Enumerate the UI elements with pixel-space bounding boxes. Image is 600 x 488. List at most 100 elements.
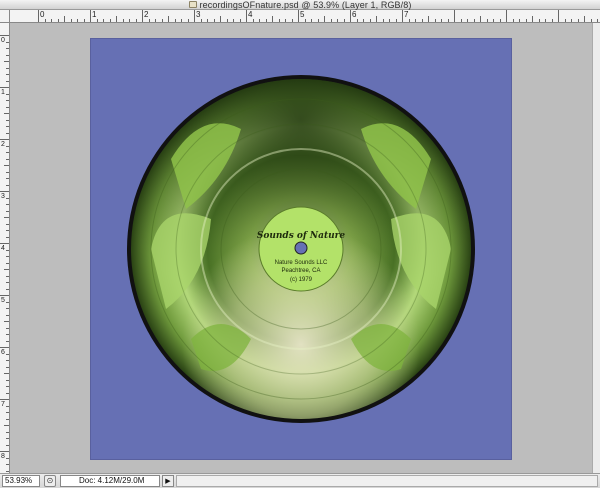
ruler-h-tick: [421, 19, 423, 22]
image-canvas[interactable]: Sounds of Nature Nature Sounds LLC Peach…: [90, 38, 512, 460]
ruler-v-tick: [6, 210, 9, 212]
label-line-location: Peachtree, CA: [281, 268, 320, 274]
ruler-v-tick: [6, 405, 9, 407]
ruler-h-tick: [278, 19, 280, 22]
ruler-h-tick: [512, 19, 514, 22]
ruler-h-tick: [116, 16, 117, 22]
ruler-h-tick: [376, 16, 377, 22]
ruler-v-label-6: 6: [1, 349, 5, 356]
horizontal-scrollbar[interactable]: [176, 475, 598, 487]
ruler-v-tick: [6, 327, 9, 329]
ruler-h-label-3: 3: [196, 10, 201, 19]
ruler-h-tick: [480, 16, 481, 22]
ruler-h-tick: [70, 19, 72, 22]
ruler-h-tick: [109, 19, 111, 22]
ruler-v-tick: [6, 431, 9, 433]
ruler-v-tick: [6, 464, 9, 465]
ruler-v-tick: [6, 67, 9, 69]
ruler-v-tick: [6, 386, 9, 387]
info-icon: ⊙: [46, 476, 54, 485]
ruler-h-tick: [545, 19, 546, 22]
status-menu-button[interactable]: ▶: [162, 475, 174, 487]
ruler-v-label-0: 0: [1, 37, 5, 44]
ruler-v-tick: [0, 347, 9, 348]
ruler-v-tick: [6, 158, 9, 160]
ruler-h-tick: [161, 19, 163, 22]
ruler-h-tick: [564, 19, 566, 22]
ruler-v-tick: [0, 191, 9, 192]
document-workspace[interactable]: Sounds of Nature Nature Sounds LLC Peach…: [10, 23, 600, 473]
ruler-h-tick: [389, 19, 390, 22]
ruler-h-tick: [337, 19, 338, 22]
ruler-h-tick: [200, 19, 202, 22]
ruler-v-tick: [4, 321, 9, 322]
ruler-h-tick: [155, 19, 156, 22]
ruler-h-tick: [350, 10, 351, 22]
ruler-h-tick: [317, 19, 319, 22]
ruler-v-tick: [6, 41, 9, 43]
ruler-h-tick: [447, 19, 449, 22]
ruler-v-tick: [6, 119, 9, 121]
ruler-h-tick: [83, 19, 85, 22]
ruler-h-tick: [57, 19, 59, 22]
ruler-h-tick: [51, 19, 52, 22]
ruler-vertical[interactable]: 0 1 2 3 4 5 6 7 8: [0, 23, 10, 473]
ruler-v-tick: [6, 275, 9, 277]
ruler-v-tick: [6, 152, 9, 153]
vinyl-record-artwork: Sounds of Nature Nature Sounds LLC Peach…: [127, 75, 475, 423]
ruler-v-tick: [6, 334, 9, 335]
ruler-v-tick: [6, 366, 9, 368]
ruler-v-tick: [6, 54, 9, 56]
ruler-v-tick: [0, 87, 9, 88]
ruler-h-tick: [265, 19, 267, 22]
ruler-v-tick: [0, 399, 9, 400]
ruler-h-tick: [519, 19, 520, 22]
ruler-v-tick: [6, 340, 9, 342]
window-titlebar[interactable]: recordingsOFnature.psd @ 53.9% (Layer 1,…: [0, 0, 600, 10]
zoom-level-field[interactable]: 53.93%: [2, 475, 40, 487]
status-info-button[interactable]: ⊙: [44, 475, 56, 487]
window-title: recordingsOFnature.psd @ 53.9% (Layer 1,…: [199, 0, 412, 10]
status-bar: 53.93% ⊙ Doc: 4.12M/29.0M ▶: [0, 473, 600, 488]
ruler-h-tick: [395, 19, 397, 22]
ruler-v-tick: [6, 204, 9, 205]
ruler-v-tick: [6, 314, 9, 316]
ruler-h-label-6: 6: [352, 10, 357, 19]
document-icon: [188, 1, 197, 8]
ruler-h-tick: [441, 19, 442, 22]
ruler-horizontal[interactable]: 0 1 2 3 4 5 6 7: [10, 10, 600, 23]
ruler-v-tick: [6, 256, 9, 257]
ruler-h-tick: [38, 10, 39, 22]
ruler-h-tick: [90, 10, 91, 22]
ruler-v-tick: [6, 392, 9, 394]
ruler-h-tick: [571, 19, 572, 22]
ruler-h-tick: [369, 19, 371, 22]
ruler-h-tick: [454, 10, 455, 22]
ruler-h-tick: [239, 19, 241, 22]
ruler-h-tick: [506, 10, 507, 22]
ruler-v-tick: [6, 223, 9, 225]
ruler-h-tick: [499, 19, 501, 22]
ruler-h-tick: [103, 19, 104, 22]
ruler-v-tick: [6, 197, 9, 199]
ruler-h-tick: [77, 19, 78, 22]
ruler-h-tick: [467, 19, 468, 22]
ruler-v-tick: [6, 438, 9, 439]
ruler-h-tick: [181, 19, 182, 22]
ruler-h-tick: [434, 19, 436, 22]
play-arrow-icon: ▶: [165, 478, 171, 485]
ruler-corner[interactable]: [0, 10, 10, 23]
vertical-scrollbar[interactable]: [592, 23, 600, 473]
ruler-v-tick: [6, 74, 9, 75]
ruler-v-tick: [6, 360, 9, 361]
ruler-h-tick: [343, 19, 345, 22]
ruler-v-tick: [6, 288, 9, 290]
ruler-h-tick: [460, 19, 462, 22]
ruler-v-label-3: 3: [1, 193, 5, 200]
ruler-h-tick: [428, 16, 429, 22]
ruler-v-tick: [6, 457, 9, 459]
ruler-h-label-0: 0: [40, 10, 45, 19]
ruler-v-label-2: 2: [1, 141, 5, 148]
title-wrap: recordingsOFnature.psd @ 53.9% (Layer 1,…: [188, 0, 412, 10]
ruler-v-tick: [6, 301, 9, 303]
